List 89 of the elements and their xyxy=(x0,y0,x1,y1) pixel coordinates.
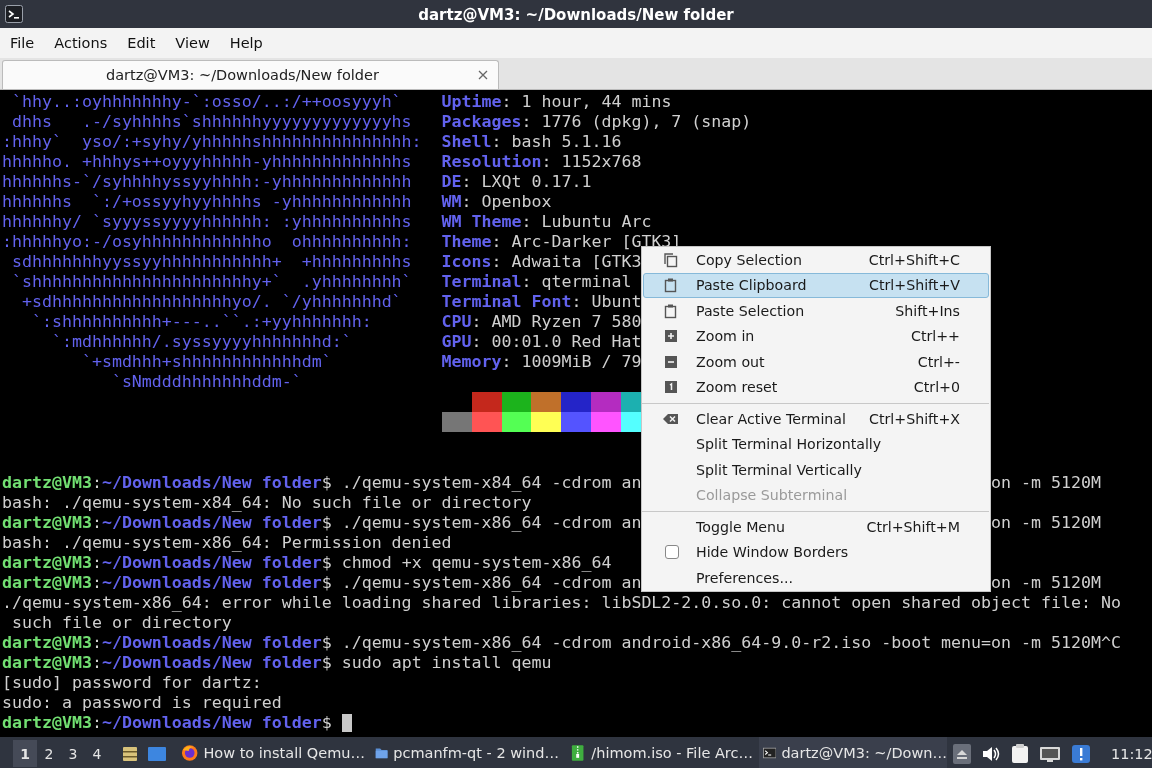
terminal-line: on -m 5120M xyxy=(991,513,1101,533)
square-icon xyxy=(663,379,679,396)
ascii-art-line: :hhhy` yso/:+syhy/yhhhhhshhhhhhhhhhhhhhh: xyxy=(2,132,422,152)
clock[interactable]: 11:12 xyxy=(1111,745,1152,762)
minus-square-icon xyxy=(663,353,679,370)
checkbox[interactable] xyxy=(665,545,679,560)
terminal-line: sudo: a password is required xyxy=(2,693,282,713)
system-info-line: Terminal: qterminal xyxy=(441,272,632,292)
ascii-art-line: `:shhhhhhhhhh+---..``.:+yyhhhhhhh: xyxy=(30,312,372,332)
ascii-art-line: `+smdhhh+shhhhhhhhhhhhdm` xyxy=(80,352,332,372)
terminal-icon xyxy=(5,5,23,23)
taskbar-button[interactable]: /himom.iso - File Arc… xyxy=(565,737,753,768)
terminal-line: dartz@VM3:~/Downloads/New folder$ ./qemu-system-x86_64 -cdrom android-x86_64-9.0-r2.iso -boot menu=on -m 5120M^C xyxy=(2,633,1121,653)
terminal-line: on -m 5120M xyxy=(991,573,1101,593)
system-info-line: Terminal Font: Ubunt xyxy=(441,292,642,312)
menu-item[interactable]: Preferences... xyxy=(643,565,989,591)
workspace-button[interactable]: 4 xyxy=(85,740,109,767)
taskbar-button[interactable]: pcmanfm-qt - 2 wind… xyxy=(371,737,559,768)
copy-icon xyxy=(663,251,679,268)
ascii-art-line: `shhhhhhhhhhhhhhhhhhhhhhy+` .yhhhhhhhh` xyxy=(11,272,412,292)
clipboard-icon[interactable] xyxy=(1011,743,1029,764)
menu-item[interactable]: Zoom out Ctrl+- xyxy=(643,349,989,375)
menu-item[interactable]: Split Terminal Vertically xyxy=(643,457,989,483)
terminal-line: dartz@VM3:~/Downloads/New folder$ ./qemu-system-x86_64 -cdrom an xyxy=(2,573,642,593)
ascii-art-line: +sdhhhhhhhhhhhhhhhhhhyo/. `/yhhhhhhhd` xyxy=(20,292,402,312)
system-info-line: WM Theme: Lubuntu Arc xyxy=(441,212,652,232)
terminal-tab[interactable]: dartz@VM3: ~/Downloads/New folder xyxy=(2,60,499,89)
terminal-line: ./qemu-system-x86_64: error while loading shared libraries: libSDL2-2.0.so.0: cannot open shared object file: No xyxy=(2,593,1121,613)
system-info-line: Icons: Adwaita [GTK3 xyxy=(441,252,642,272)
network-icon[interactable] xyxy=(1039,744,1061,763)
file-cabinet-icon[interactable] xyxy=(121,744,139,763)
desktop-icon[interactable] xyxy=(147,744,167,763)
system-info-line: Shell: bash 5.1.16 xyxy=(441,132,622,152)
menu-item[interactable]: Copy Selection Ctrl+Shift+C xyxy=(643,247,989,273)
system-info-line: CPU: AMD Ryzen 7 580 xyxy=(441,312,642,332)
terminal-line: bash: ./qemu-system-x86_64: Permission denied xyxy=(2,533,452,553)
globe-icon xyxy=(181,743,199,762)
terminal-line: on -m 5120M xyxy=(991,473,1101,493)
system-info-line: GPU: 00:01.0 Red Hat xyxy=(441,332,642,352)
close-icon[interactable] xyxy=(478,70,488,80)
workspace-button[interactable]: 2 xyxy=(37,740,61,767)
workspace-button[interactable]: 1 xyxy=(13,740,37,767)
terminal-line: dartz@VM3:~/Downloads/New folder$ xyxy=(2,713,333,733)
menu-item[interactable]: Zoom reset Ctrl+0 xyxy=(643,374,989,400)
window-title: dartz@VM3: ~/Downloads/New folder xyxy=(418,4,734,24)
eject-icon[interactable] xyxy=(953,743,971,764)
volume-icon[interactable] xyxy=(981,744,1001,763)
notification-icon[interactable] xyxy=(1071,743,1091,764)
system-info-line: Packages: 1776 (dpkg), 7 (snap) xyxy=(441,112,752,132)
terminal-line: dartz@VM3:~/Downloads/New folder$ chmod +x qemu-system-x86_64 xyxy=(2,553,612,573)
menu-item[interactable]: Help xyxy=(221,31,271,55)
menu-item[interactable]: Edit xyxy=(119,31,164,55)
menu-item[interactable]: Paste Selection Shift+Ins xyxy=(643,298,989,324)
menu-item[interactable]: Actions xyxy=(46,31,116,55)
system-info-line: Uptime: 1 hour, 44 mins xyxy=(441,92,672,112)
workspace-button[interactable]: 3 xyxy=(61,740,85,767)
ascii-art-line: hhhhhhs `:/+ossyyhyyhhhhs -yhhhhhhhhhhhh xyxy=(2,192,412,212)
system-info-line: Memory: 1009MiB / 79 xyxy=(441,352,642,372)
ascii-art-line: hhhhho. +hhhys++oyyyhhhhh-yhhhhhhhhhhhhhs xyxy=(2,152,412,172)
taskbar-button[interactable]: dartz@VM3: ~/Down… xyxy=(759,737,947,768)
terminal-line: dartz@VM3:~/Downloads/New folder$ ./qemu-system-x84_64 -cdrom an xyxy=(2,473,642,493)
taskbar-button[interactable]: How to install Qemu… xyxy=(177,737,365,768)
system-info-line: DE: LXQt 0.17.1 xyxy=(441,172,592,192)
paste-icon xyxy=(663,277,679,294)
terminal-line: bash: ./qemu-system-x84_64: No such file or directory xyxy=(2,493,532,513)
system-info-line: WM: Openbox xyxy=(441,192,552,212)
ascii-art-line: sdhhhhhhhyyssyyhhhhhhhhhhh+ +hhhhhhhhhs xyxy=(11,252,412,272)
ascii-art-line: hhhhhhs-`/syhhhhyssyyhhhh:-yhhhhhhhhhhhhh xyxy=(2,172,412,192)
system-info-line: Resolution: 1152x768 xyxy=(441,152,642,172)
menu-item[interactable]: Clear Active Terminal Ctrl+Shift+X xyxy=(643,406,989,432)
terminal-line: dartz@VM3:~/Downloads/New folder$ sudo apt install qemu xyxy=(2,653,552,673)
paste-icon xyxy=(663,302,679,319)
terminal-line: [sudo] password for dartz: xyxy=(2,673,262,693)
terminal-line: such file or directory xyxy=(11,613,232,633)
ascii-art-line: :hhhhhyo:-/osyhhhhhhhhhhhho ohhhhhhhhhh: xyxy=(2,232,412,252)
ascii-art-line: hhhhhhy/ `syyyssyyyyhhhhhh: :yhhhhhhhhhhs xyxy=(2,212,412,232)
menu-item[interactable]: Split Terminal Horizontally xyxy=(643,431,989,457)
menu-item[interactable]: File xyxy=(2,31,43,55)
ascii-art-line: `sNmdddhhhhhhhddm-` xyxy=(110,372,302,392)
menu-item[interactable]: Zoom in Ctrl++ xyxy=(643,323,989,349)
ascii-art-line: dhhs .-/syhhhhs`shhhhhhyyyyyyyyyyyyyhs xyxy=(11,112,412,132)
menu-item[interactable]: Paste Clipboard Ctrl+Shift+V xyxy=(643,272,989,298)
menu-item[interactable]: View xyxy=(167,31,218,55)
ascii-art-line: `hhy..:oyhhhhhhhy-`:osso/..:/++oosyyyh` xyxy=(11,92,402,112)
menu-item[interactable]: Hide Window Borders xyxy=(643,539,989,565)
menu-item[interactable]: Toggle Menu Ctrl+Shift+M xyxy=(643,514,989,540)
terminal-line: dartz@VM3:~/Downloads/New folder$ ./qemu-system-x86_64 -cdrom an xyxy=(2,513,642,533)
plus-square-icon xyxy=(663,328,679,345)
ascii-art-line: `:mdhhhhhh/.syssyyyyhhhhhhhd:` xyxy=(50,332,352,352)
